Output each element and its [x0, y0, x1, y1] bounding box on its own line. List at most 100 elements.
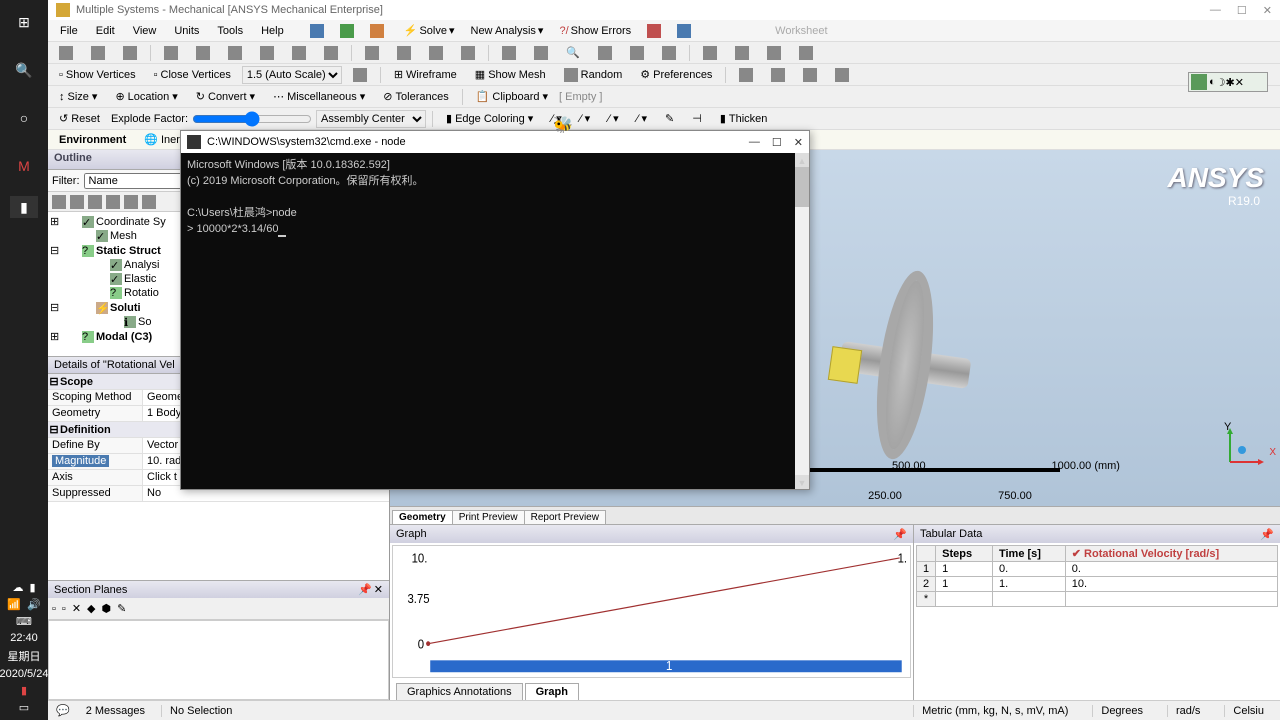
tb-icon[interactable]: ∕ ▾ — [601, 110, 625, 127]
sound-icon[interactable]: 🔊 — [27, 598, 41, 611]
assembly-select[interactable]: Assembly Center — [316, 110, 426, 128]
section-tb-icon[interactable]: ✎ — [117, 602, 126, 615]
tb-icon[interactable] — [157, 44, 185, 62]
tb-icon[interactable]: ⊣ — [685, 110, 709, 127]
tab-geometry[interactable]: Geometry — [392, 510, 453, 524]
tab-graphics-annotations[interactable]: Graphics Annotations — [396, 683, 523, 700]
close-vertices-button[interactable]: ▫ Close Vertices — [147, 67, 238, 83]
section-tb-icon[interactable]: ▫ — [62, 603, 66, 615]
wifi-icon[interactable]: 📶 — [7, 598, 21, 611]
menu-view[interactable]: View — [125, 23, 165, 39]
status-messages[interactable]: 2 Messages — [86, 705, 145, 717]
menu-help[interactable]: Help — [253, 23, 292, 39]
tb-icon[interactable] — [696, 44, 724, 62]
tb-icon[interactable] — [364, 22, 390, 40]
maximize-button[interactable]: ☐ — [1237, 4, 1247, 17]
graph-body[interactable]: 10. 3.75 0 1. 1 — [392, 545, 911, 678]
close-icon[interactable]: ✕ — [374, 583, 383, 596]
tb-icon[interactable] — [358, 44, 386, 62]
tb-icon[interactable] — [253, 44, 281, 62]
tb-icon[interactable] — [304, 22, 330, 40]
tb-icon[interactable] — [591, 44, 619, 62]
start-button[interactable]: ⊞ — [6, 4, 42, 40]
tb-icon[interactable] — [641, 22, 667, 40]
menu-file[interactable]: File — [52, 23, 86, 39]
tb-icon[interactable] — [828, 66, 856, 84]
terminal-icon[interactable]: ▮ — [10, 196, 38, 218]
tb-icon[interactable] — [735, 22, 761, 40]
tab-graph[interactable]: Graph — [525, 683, 579, 700]
cmd-close-button[interactable]: ✕ — [794, 136, 803, 149]
tabular-table[interactable]: Steps Time [s] ✔ Rotational Velocity [ra… — [916, 545, 1278, 607]
random-button[interactable]: Random — [557, 66, 630, 84]
edge-coloring-button[interactable]: ▮ Edge Coloring ▾ — [439, 110, 540, 127]
search-icon[interactable]: 🔍 — [6, 52, 42, 88]
tree-tb-icon[interactable] — [70, 195, 84, 209]
tb-icon[interactable] — [495, 44, 523, 62]
clipboard-button[interactable]: 📋 Clipboard ▾ — [469, 88, 555, 105]
tb-icon[interactable] — [189, 44, 217, 62]
tb-icon[interactable] — [671, 22, 697, 40]
tb-icon[interactable] — [655, 44, 683, 62]
section-tb-icon[interactable]: ▫ — [52, 603, 56, 615]
tb-icon[interactable]: ∕ ▾ — [573, 110, 597, 127]
tray-icon[interactable]: ▮ — [29, 581, 35, 594]
menu-edit[interactable]: Edit — [88, 23, 123, 39]
tab-report-preview[interactable]: Report Preview — [524, 510, 606, 524]
reset-button[interactable]: ↺ Reset — [52, 110, 107, 127]
explode-slider[interactable] — [192, 110, 312, 128]
tb-icon[interactable] — [390, 44, 418, 62]
tb-icon[interactable]: ✎ — [658, 110, 681, 127]
menu-tools[interactable]: Tools — [209, 23, 251, 39]
minimize-button[interactable]: — — [1210, 4, 1221, 17]
tb-icon[interactable] — [705, 22, 731, 40]
thicken-button[interactable]: ▮ Thicken — [713, 110, 775, 127]
zoom-icon[interactable]: 🔍 — [559, 44, 587, 61]
cmd-minimize-button[interactable]: — — [749, 136, 760, 149]
tree-tb-icon[interactable] — [88, 195, 102, 209]
cortana-icon[interactable]: ○ — [6, 100, 42, 136]
tb-icon[interactable] — [84, 44, 112, 62]
notifications-icon[interactable]: ▮ — [21, 684, 27, 697]
tree-tb-icon[interactable] — [52, 195, 66, 209]
solve-button[interactable]: ⚡Solve ▾ — [398, 22, 461, 39]
tb-icon[interactable] — [221, 44, 249, 62]
tb-icon[interactable]: ∕ ▾ — [630, 110, 654, 127]
tb-icon[interactable] — [116, 44, 144, 62]
pin-icon[interactable]: 📌 — [358, 583, 372, 596]
tb-icon[interactable] — [422, 44, 450, 62]
tb-icon[interactable] — [728, 44, 756, 62]
preferences-button[interactable]: ⚙ Preferences — [633, 66, 719, 83]
tree-tb-icon[interactable] — [106, 195, 120, 209]
pin-icon[interactable]: 📌 — [1260, 528, 1274, 541]
size-button[interactable]: ↕ Size ▾ — [52, 88, 104, 105]
show-errors-button[interactable]: ?/Show Errors — [553, 23, 637, 39]
section-tb-icon[interactable]: ◆ — [87, 602, 95, 615]
show-desktop[interactable]: ▭ — [19, 701, 29, 714]
worksheet-button[interactable]: Worksheet — [769, 23, 833, 39]
tb-icon[interactable] — [346, 66, 374, 84]
cmd-body[interactable]: Microsoft Windows [版本 10.0.18362.592] (c… — [181, 153, 809, 489]
cmd-scrollbar[interactable]: ▲▼ — [795, 153, 809, 489]
tb-icon[interactable] — [527, 44, 555, 62]
misc-button[interactable]: ⋯ Miscellaneous ▾ — [266, 88, 372, 105]
tb-icon[interactable] — [838, 22, 864, 40]
tolerances-button[interactable]: ⊘ Tolerances — [376, 88, 455, 105]
pin-icon[interactable]: 📌 — [893, 528, 907, 541]
show-vertices-button[interactable]: ▫ Show Vertices — [52, 67, 143, 83]
tb-icon[interactable] — [796, 66, 824, 84]
show-mesh-button[interactable]: ▦ Show Mesh — [468, 66, 553, 83]
cmd-titlebar[interactable]: C:\WINDOWS\system32\cmd.exe - node — ☐ ✕ — [181, 131, 809, 153]
close-button[interactable]: ✕ — [1263, 4, 1272, 17]
convert-button[interactable]: ↻ Convert ▾ — [189, 88, 262, 105]
tb-icon[interactable] — [52, 44, 80, 62]
cmd-maximize-button[interactable]: ☐ — [772, 136, 782, 149]
section-tb-icon[interactable]: ✕ — [72, 602, 81, 615]
tb-icon[interactable] — [792, 44, 820, 62]
ime-icon[interactable]: ⌨ — [16, 615, 32, 628]
new-analysis-button[interactable]: New Analysis ▾ — [465, 22, 550, 39]
view-orient-box[interactable]: ◐☽✱✕ — [1188, 72, 1268, 92]
tb-icon[interactable] — [732, 66, 760, 84]
tb-icon[interactable] — [317, 44, 345, 62]
wireframe-button[interactable]: ⊞ Wireframe — [387, 66, 464, 83]
